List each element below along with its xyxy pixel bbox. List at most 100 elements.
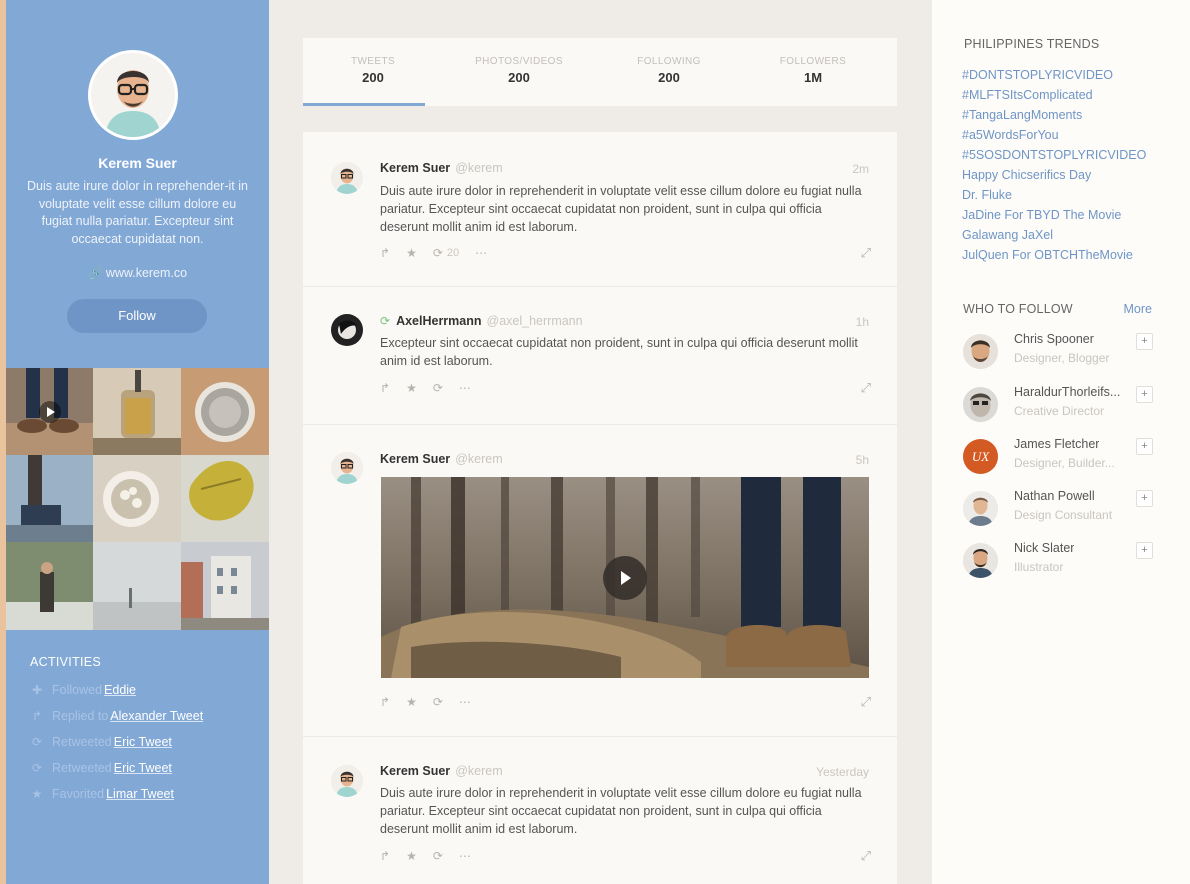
trend-link[interactable]: JulQuen For OBTCHTheMovie	[962, 248, 1133, 262]
trend-link[interactable]: #a5WordsForYou	[962, 128, 1059, 142]
photo-thumbnail[interactable]	[6, 368, 93, 455]
trend-link[interactable]: Dr. Fluke	[962, 188, 1012, 202]
favorite-icon[interactable]: ★	[406, 849, 417, 863]
favorite-icon[interactable]: ★	[406, 246, 417, 260]
retweet-icon[interactable]: ⟳	[433, 381, 443, 395]
tweet-author-handle[interactable]: @axel_herrmann	[487, 314, 583, 328]
photo-thumbnail[interactable]	[181, 368, 269, 455]
activity-item: ↱ Replied to Alexander Tweet	[30, 707, 203, 725]
photo-thumbnail[interactable]	[93, 368, 181, 455]
activity-target-link[interactable]: Alexander Tweet	[110, 709, 203, 723]
play-icon[interactable]	[38, 400, 61, 423]
tweet-author-handle[interactable]: @kerem	[455, 452, 502, 466]
photo-thumbnail[interactable]	[93, 455, 181, 542]
retweet-icon: ⟳	[380, 314, 391, 328]
tweet-author-name[interactable]: Kerem Suer	[380, 452, 450, 466]
profile-website-text[interactable]: www.kerem.co	[106, 266, 187, 280]
tweet-timestamp[interactable]: Yesterday	[816, 765, 869, 779]
more-icon[interactable]: ⋯	[459, 849, 471, 863]
tweet-timestamp[interactable]: 1h	[856, 315, 869, 329]
tweet-timestamp[interactable]: 5h	[856, 453, 869, 467]
link-icon: 🔗	[87, 266, 103, 280]
trend-link[interactable]: #TangaLangMoments	[962, 108, 1082, 122]
tweet-avatar[interactable]	[331, 162, 363, 194]
retweet-icon[interactable]: ⟳	[433, 849, 443, 863]
suggested-user: Nick Slater Illustrator +	[963, 541, 1158, 581]
stat-tab-following[interactable]: FOLLOWING 200	[609, 56, 729, 85]
suggested-user-name[interactable]: James Fletcher	[1014, 437, 1099, 451]
tweet-author-name[interactable]: AxelHerrmann	[396, 314, 481, 328]
trend-link[interactable]: #5SOSDONTSTOPLYRICVIDEO	[962, 148, 1146, 162]
tweet-timestamp[interactable]: 2m	[852, 162, 869, 176]
suggested-user-avatar[interactable]	[963, 543, 998, 578]
retweet-icon[interactable]: ⟳	[433, 246, 443, 260]
photo-thumbnail[interactable]	[181, 455, 269, 542]
profile-avatar[interactable]	[88, 50, 178, 140]
more-icon[interactable]: ⋯	[475, 246, 487, 260]
suggested-user-role: Design Consultant	[1014, 508, 1113, 522]
activities-title: ACTIVITIES	[30, 655, 102, 669]
activity-verb: Retweeted	[52, 735, 112, 749]
tweet-author-handle[interactable]: @kerem	[455, 764, 502, 778]
reply-icon[interactable]: ↱	[380, 246, 390, 260]
activity-target-link[interactable]: Limar Tweet	[106, 787, 174, 801]
reply-icon[interactable]: ↱	[380, 381, 390, 395]
add-follow-button[interactable]: +	[1136, 333, 1153, 350]
stat-value: 200	[362, 70, 384, 85]
add-follow-button[interactable]: +	[1136, 490, 1153, 507]
add-follow-button[interactable]: +	[1136, 438, 1153, 455]
tweet-author-handle[interactable]: @kerem	[455, 161, 502, 175]
follow-button[interactable]: Follow	[67, 299, 207, 333]
more-icon[interactable]: ⋯	[459, 695, 471, 709]
suggested-user-avatar[interactable]	[963, 387, 998, 422]
tweet-author-name[interactable]: Kerem Suer	[380, 764, 450, 778]
profile-bio: Duis aute irure dolor in reprehender-it …	[27, 179, 248, 246]
tweet-author-name[interactable]: Kerem Suer	[380, 161, 450, 175]
trend-link[interactable]: JaDine For TBYD The Movie	[962, 208, 1121, 222]
stat-tab-tweets[interactable]: TWEETS 200	[313, 56, 433, 85]
reply-icon[interactable]: ↱	[380, 849, 390, 863]
stat-tab-followers[interactable]: FOLLOWERS 1M	[753, 56, 873, 85]
photo-thumbnail[interactable]	[6, 542, 93, 630]
photo-thumbnail[interactable]	[181, 542, 269, 630]
expand-icon[interactable]: ⤢	[861, 245, 871, 261]
tweet-avatar[interactable]	[331, 765, 363, 797]
activity-target-link[interactable]: Eric Tweet	[114, 761, 172, 775]
reply-icon[interactable]: ↱	[380, 695, 390, 709]
activity-target-link[interactable]: Eric Tweet	[114, 735, 172, 749]
tweet-avatar[interactable]	[331, 314, 363, 346]
trend-link[interactable]: Galawang JaXel	[962, 228, 1053, 242]
suggested-user-name[interactable]: Nick Slater	[1014, 541, 1074, 555]
trend-link[interactable]: #DONTSTOPLYRICVIDEO	[962, 68, 1113, 82]
stat-label: PHOTOS/VIDEOS	[475, 56, 563, 67]
suggested-user-name[interactable]: Chris Spooner	[1014, 332, 1094, 346]
suggested-user-avatar[interactable]: UX	[963, 439, 998, 474]
stat-tab-photos-videos[interactable]: PHOTOS/VIDEOS 200	[459, 56, 579, 85]
expand-icon[interactable]: ⤢	[861, 380, 871, 396]
expand-icon[interactable]: ⤢	[861, 694, 871, 710]
photo-thumbnail[interactable]	[93, 542, 181, 630]
suggested-user-avatar[interactable]	[963, 334, 998, 369]
suggested-user-name[interactable]: Nathan Powell	[1014, 489, 1095, 503]
retweet-icon[interactable]: ⟳	[433, 695, 443, 709]
trend-link[interactable]: Happy Chicserifics Day	[962, 168, 1091, 182]
who-to-follow-more-link[interactable]: More	[1124, 302, 1152, 316]
tweet-video[interactable]	[381, 477, 869, 678]
favorite-icon[interactable]: ★	[406, 695, 417, 709]
suggested-user-name[interactable]: HaraldurThorleifs...	[1014, 385, 1120, 399]
profile-website[interactable]: 🔗 www.kerem.co	[6, 266, 269, 280]
activity-item: ⟳ Retweeted Eric Tweet	[30, 733, 172, 751]
suggested-user-role: Designer, Builder...	[1014, 456, 1115, 470]
video-play-button[interactable]	[603, 556, 647, 600]
tweet-avatar[interactable]	[331, 452, 363, 484]
plus-icon: ✚	[31, 683, 43, 697]
photo-thumbnail[interactable]	[6, 455, 93, 542]
add-follow-button[interactable]: +	[1136, 542, 1153, 559]
suggested-user-avatar[interactable]	[963, 491, 998, 526]
expand-icon[interactable]: ⤢	[861, 848, 871, 864]
activity-target-link[interactable]: Eddie	[104, 683, 136, 697]
more-icon[interactable]: ⋯	[459, 381, 471, 395]
favorite-icon[interactable]: ★	[406, 381, 417, 395]
trend-link[interactable]: #MLFTSItsComplicated	[962, 88, 1093, 102]
add-follow-button[interactable]: +	[1136, 386, 1153, 403]
